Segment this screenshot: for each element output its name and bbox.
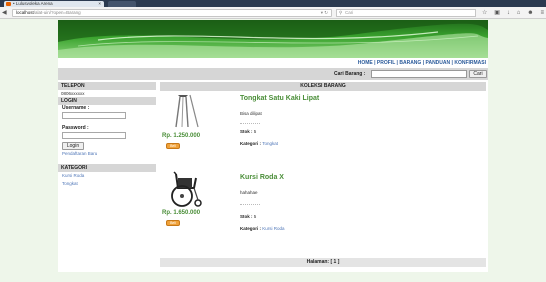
sync-icon[interactable]: ☻ — [527, 9, 533, 17]
product-name[interactable]: Tongkat Satu Kaki Lipat — [240, 95, 319, 102]
sidebar: TELEPON 0806xxxxxx LOGIN Username : Pass… — [58, 82, 158, 272]
product-stock: Stok : 5 — [240, 129, 256, 134]
top-menu: HOME | PROFIL | BARANG | PANDUAN | KONFI… — [58, 58, 488, 68]
search-input[interactable] — [371, 70, 467, 78]
telepon-value: 0806xxxxxx — [61, 91, 85, 96]
kategori-heading: KATEGORI — [58, 164, 156, 172]
search-icon: ⚲ — [339, 10, 343, 15]
menu-panduan[interactable]: PANDUAN — [426, 60, 451, 66]
banner-swoosh — [58, 20, 488, 58]
login-heading: LOGIN — [58, 97, 156, 105]
search-label: Cari Barang : — [334, 71, 366, 77]
back-arrow-icon[interactable]: ◀ — [2, 9, 7, 17]
username-input[interactable] — [62, 112, 126, 119]
firefox-icon — [6, 2, 11, 6]
password-input[interactable] — [62, 132, 126, 139]
stock-value: 5 — [253, 214, 257, 219]
menu-konfirmasi[interactable]: KONFIRMASI — [454, 60, 486, 66]
category-label: Kategori : — [240, 226, 262, 231]
menu-home[interactable]: HOME — [358, 60, 373, 66]
browser-navbar: ◀ localhost/alat-uin/?open=Barang ▾ ↻ ⚲ … — [0, 7, 546, 19]
bookmark-star-icon[interactable]: ☆ — [482, 9, 487, 17]
site-banner — [58, 20, 488, 58]
kategori-link-kursi-roda[interactable]: Kursi Roda — [58, 172, 158, 180]
username-label: Username : — [62, 105, 90, 111]
divider — [240, 204, 260, 205]
pagination[interactable]: Halaman: [ 1 ] — [160, 258, 486, 267]
browser-toolbar: ☆ ▣ ↓ ⌂ ☻ ≡ — [482, 9, 544, 17]
product-card: Rp. 1.650.000 Beli Kursi Roda X hahahae … — [160, 170, 486, 240]
telepon-heading: TELEPON — [58, 82, 156, 90]
reading-list-icon[interactable]: ▣ — [494, 9, 500, 17]
login-button[interactable]: Login — [62, 142, 84, 150]
url-host: localhost — [16, 10, 34, 15]
product-price: Rp. 1.250.000 — [162, 133, 201, 139]
password-label: Password : — [62, 125, 89, 131]
menu-profil[interactable]: PROFIL — [377, 60, 395, 66]
home-icon[interactable]: ⌂ — [517, 9, 521, 17]
product-stock: Stok : 5 — [240, 214, 256, 219]
category-label: Kategori : — [240, 141, 262, 146]
buy-button[interactable]: Beli — [166, 220, 180, 226]
page-margin-right — [536, 20, 546, 282]
reload-icon[interactable]: ▾ ↻ — [321, 10, 328, 16]
browser-tabstrip: • Lulusvoleka Arena × — [0, 0, 546, 7]
stock-label: Stok : — [240, 214, 253, 219]
category-link[interactable]: Tongkat — [262, 141, 278, 146]
koleksi-heading: KOLEKSI BARANG — [160, 82, 486, 91]
divider — [240, 123, 260, 124]
stock-label: Stok : — [240, 129, 253, 134]
search-row: Cari Barang : Cari — [58, 68, 488, 80]
download-icon[interactable]: ↓ — [507, 9, 510, 17]
main-content: KOLEKSI BARANG Rp. 1.250.000 Beli Tongka… — [160, 82, 488, 272]
product-card: Rp. 1.250.000 Beli Tongkat Satu Kaki Lip… — [160, 93, 486, 163]
buy-button[interactable]: Beli — [166, 143, 180, 149]
product-category: Kategori : Tongkat — [240, 141, 278, 146]
category-link[interactable]: Kursi Roda — [262, 226, 284, 231]
kategori-link-tongkat[interactable]: Tongkat — [58, 180, 158, 188]
stock-value: 5 — [253, 129, 257, 134]
wheelchair-image[interactable] — [166, 170, 206, 208]
search-button[interactable]: Cari — [469, 70, 487, 78]
product-category: Kategori : Kursi Roda — [240, 226, 285, 231]
product-name[interactable]: Kursi Roda X — [240, 174, 284, 181]
page-container: HOME | PROFIL | BARANG | PANDUAN | KONFI… — [58, 20, 488, 272]
menu-icon[interactable]: ≡ — [540, 9, 544, 17]
register-link[interactable]: Pendaftaran Baru — [58, 150, 158, 158]
browser-search-bar[interactable]: ⚲ Cari — [336, 9, 476, 17]
url-path: /alat-uin/?open=Barang — [33, 10, 81, 15]
tab-title: • Lulusvoleka Arena — [13, 1, 53, 6]
url-bar[interactable]: localhost/alat-uin/?open=Barang ▾ ↻ — [12, 9, 332, 17]
cane-image[interactable] — [166, 93, 206, 131]
browser-search-placeholder: Cari — [345, 10, 354, 15]
product-price: Rp. 1.650.000 — [162, 210, 201, 216]
product-description: hahahae — [240, 190, 258, 195]
menu-barang[interactable]: BARANG — [399, 60, 421, 66]
product-description: Bisa dilipat — [240, 111, 262, 116]
